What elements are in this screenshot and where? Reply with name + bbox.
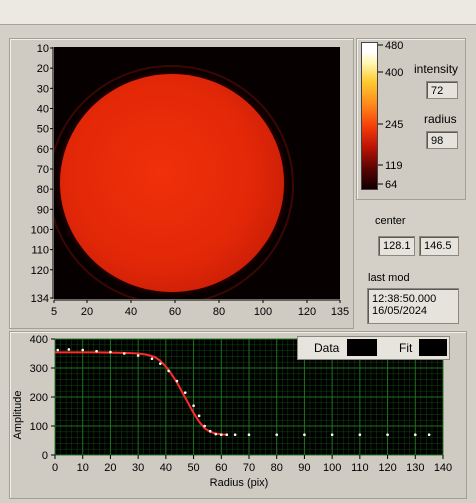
chart-x-tick-label: 10: [77, 462, 89, 474]
legend-data-label: Data: [314, 341, 340, 355]
data-point: [159, 362, 162, 365]
chart-x-tick-label: 0: [52, 462, 58, 474]
data-point: [122, 352, 126, 355]
chart-x-tick-label: 60: [215, 462, 227, 474]
chart-x-tick-label: 40: [160, 462, 172, 474]
chart-x-tick-label: 130: [406, 462, 424, 474]
data-point: [81, 348, 85, 352]
data-point: [167, 369, 170, 373]
data-point: [214, 432, 218, 436]
chart-y-tick-label: 400: [30, 334, 48, 346]
data-point: [183, 391, 187, 394]
data-point: [427, 433, 431, 437]
data-point: [247, 433, 251, 437]
chart-x-tick-label: 20: [104, 462, 116, 474]
data-point: [386, 433, 389, 437]
chart-x-tick-label: 80: [271, 462, 283, 474]
legend-fit-label: Fit: [399, 341, 413, 355]
chart-y-tick-label: 300: [30, 363, 48, 375]
data-point: [136, 354, 140, 357]
amplitude-chart[interactable]: 0 10 20 30 40 50 60 70 80 90 100 110 120 130 140 0 100 20…: [0, 0, 476, 503]
chart-x-tick-label: 110: [351, 462, 369, 474]
chart-x-tick-label: 30: [132, 462, 144, 474]
data-point: [56, 348, 60, 352]
chart-y-tick-label: 100: [30, 421, 48, 433]
chart-x-tick-label: 90: [298, 462, 310, 474]
chart-y-tick-label: 0: [42, 450, 48, 462]
data-point: [150, 357, 154, 361]
data-point: [208, 429, 212, 433]
data-point: [203, 424, 206, 428]
chart-x-tick-label: 50: [187, 462, 199, 474]
data-point: [192, 404, 195, 408]
chart-x-tick-label: 140: [434, 462, 452, 474]
data-point: [95, 349, 98, 353]
chart-y-tick-label: 200: [30, 392, 48, 404]
chart-x-tick-label: 70: [243, 462, 255, 474]
data-point: [233, 433, 237, 437]
chart-x-tick-label: 100: [323, 462, 341, 474]
data-point: [275, 433, 279, 437]
chart-x-axis-label: Radius (pix): [210, 477, 269, 489]
chart-legend: Data Fit: [297, 336, 450, 360]
data-point: [330, 433, 334, 437]
data-point: [358, 433, 362, 437]
legend-data-swatch: [347, 339, 377, 356]
data-point: [413, 433, 417, 437]
chart-x-tick-label: 120: [378, 462, 396, 474]
legend-fit-swatch: [419, 339, 447, 356]
data-point: [225, 433, 229, 437]
chart-y-axis-label: Amplitude: [12, 391, 24, 440]
data-point: [303, 433, 306, 437]
data-point: [109, 350, 112, 354]
data-point: [175, 379, 179, 383]
data-point: [67, 348, 71, 351]
data-point: [197, 414, 201, 418]
data-point: [219, 433, 223, 437]
